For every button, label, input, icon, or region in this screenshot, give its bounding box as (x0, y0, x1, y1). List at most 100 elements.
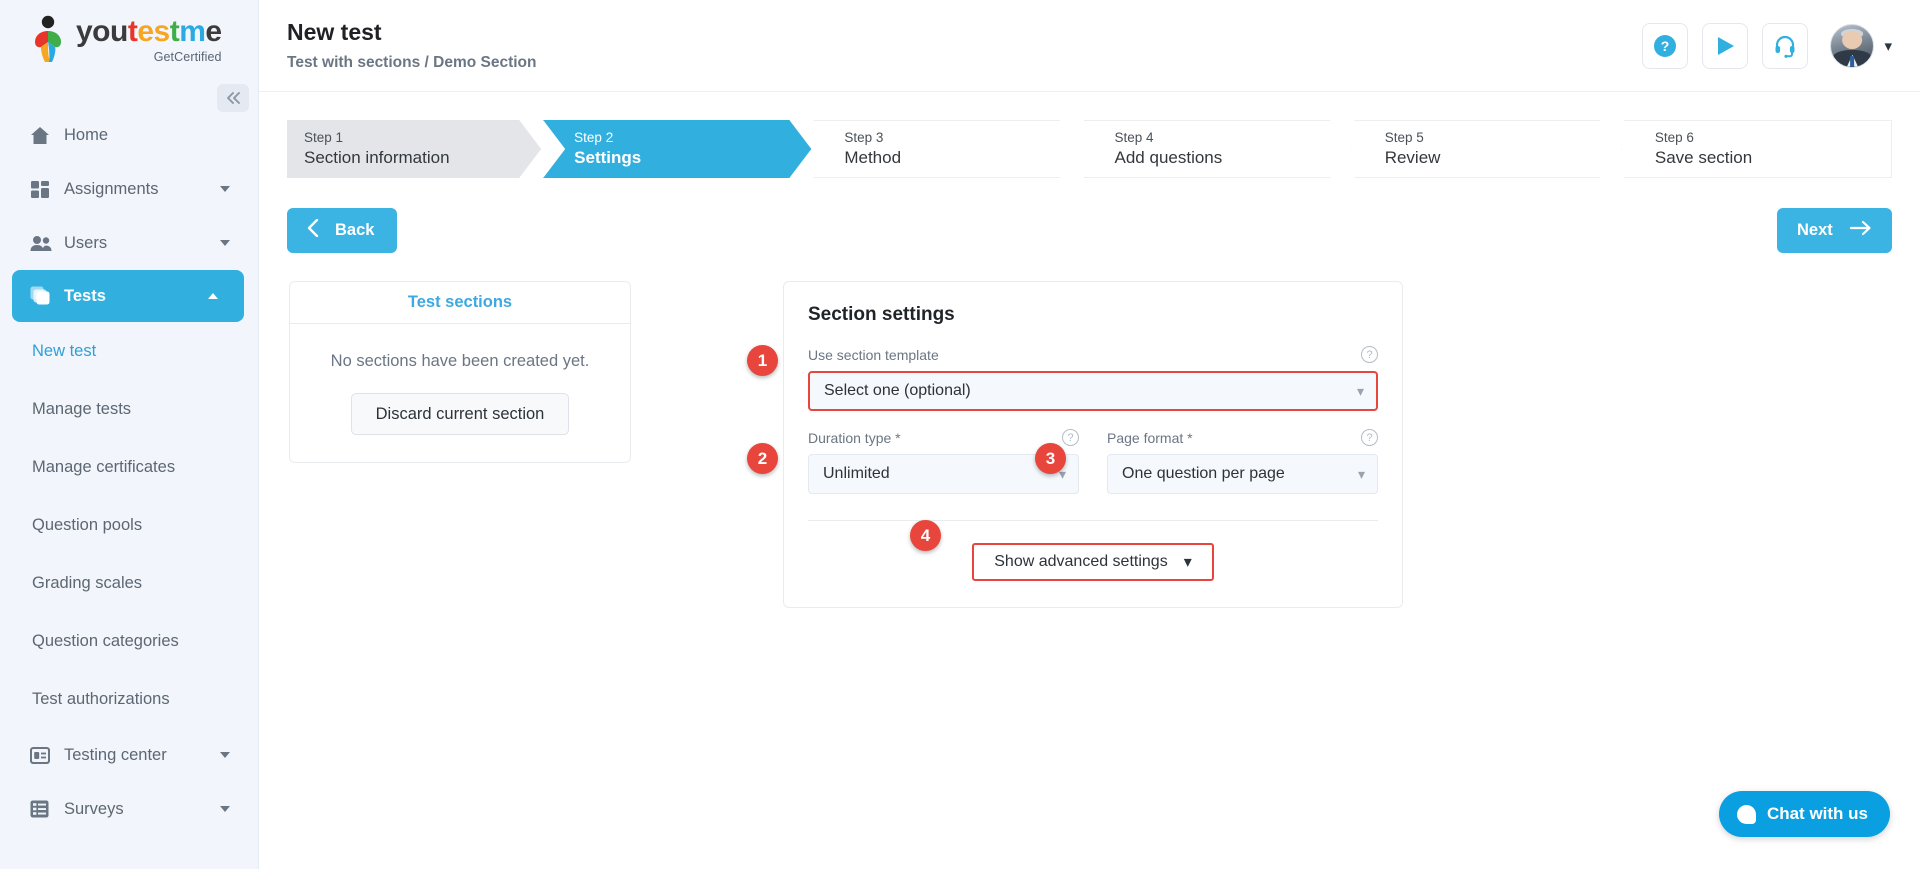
sidebar-item-users[interactable]: Users (0, 216, 258, 270)
step-name: Section information (304, 148, 450, 167)
chat-bubble-icon (1736, 804, 1756, 824)
step-2-settings[interactable]: Step 2 Settings (543, 120, 811, 178)
help-circle-icon[interactable]: ? (1361, 429, 1378, 446)
tests-icon (30, 286, 60, 306)
back-button-label: Back (335, 221, 375, 239)
sidebar-subitem-label: New test (32, 341, 97, 360)
use-section-template-label: Use section template (808, 346, 939, 363)
chevron-down-icon (220, 240, 230, 246)
sidebar-item-home[interactable]: Home (0, 108, 258, 162)
support-headset-icon[interactable] (1762, 22, 1809, 69)
step-1-section-information[interactable]: Step 1 Section information (287, 120, 541, 178)
badge-2: 2 (747, 443, 778, 474)
chat-with-us-button[interactable]: Chat with us (1718, 791, 1890, 837)
chevron-down-icon: ▾ (1356, 382, 1364, 399)
chat-with-us-label: Chat with us (1766, 804, 1868, 823)
sidebar-item-label: Testing center (64, 745, 167, 764)
help-circle-icon[interactable]: ? (1361, 346, 1378, 363)
chevron-down-icon (220, 186, 230, 192)
page-format-value: One question per page (1122, 465, 1285, 482)
step-name: Review (1384, 148, 1441, 167)
sidebar-item-new-test[interactable]: New test (0, 322, 258, 380)
sidebar-subitem-label: Manage tests (32, 399, 132, 418)
logo-subtitle: GetCertified (153, 49, 222, 64)
badge-1: 1 (747, 345, 778, 376)
use-section-template-value: Select one (optional) (824, 382, 971, 399)
home-icon (30, 126, 60, 145)
arrow-right-icon (1849, 220, 1872, 241)
sidebar-item-label: Assignments (64, 179, 159, 198)
back-button[interactable]: Back (287, 208, 397, 253)
test-sections-title: Test sections (290, 282, 630, 324)
help-icon[interactable]: ? (1642, 22, 1689, 69)
sidebar-item-manage-certificates[interactable]: Manage certificates (0, 438, 258, 496)
cards-row: Test sections No sections have been crea… (287, 281, 1892, 608)
chevron-up-icon (208, 293, 218, 299)
user-menu[interactable]: ▾ (1830, 23, 1892, 68)
badge-4: 4 (910, 520, 941, 551)
page-format-select[interactable]: One question per page ▾ (1107, 454, 1378, 494)
page-format-field: Page format * ? One question per page ▾ … (1035, 429, 1378, 494)
discard-current-section-button[interactable]: Discard current section (350, 393, 570, 435)
duration-type-label: Duration type * (808, 429, 901, 446)
step-number: Step 3 (844, 130, 884, 145)
sidebar-item-test-authorizations[interactable]: Test authorizations (0, 670, 258, 728)
chevron-left-icon (307, 218, 319, 242)
page-heading: New test Test with sections / Demo Secti… (287, 19, 536, 72)
sidebar-item-testing-center[interactable]: Testing center (0, 728, 258, 782)
play-icon[interactable] (1702, 22, 1749, 69)
badge-3: 3 (1035, 443, 1066, 474)
sidebar-item-question-pools[interactable]: Question pools (0, 496, 258, 554)
help-circle-icon[interactable]: ? (1062, 429, 1079, 446)
sidebar-subitem-label: Question pools (32, 515, 143, 534)
sidebar-item-question-categories[interactable]: Question categories (0, 612, 258, 670)
chevron-down-icon (220, 806, 230, 812)
test-sections-card: Test sections No sections have been crea… (289, 281, 631, 463)
empty-state-message: No sections have been created yet. (330, 352, 590, 370)
sidebar-item-manage-tests[interactable]: Manage tests (0, 380, 258, 438)
sidebar-item-label: Users (64, 233, 108, 252)
logo[interactable]: youtestme GetCertified (0, 0, 258, 78)
use-section-template-field: Use section template ? Select one (optio… (747, 345, 1378, 411)
app-root: youtestme GetCertified Home Assignments (0, 0, 1920, 869)
main-content: New test Test with sections / Demo Secti… (259, 0, 1920, 869)
testing-center-icon (30, 746, 60, 764)
section-settings-title: Section settings (808, 304, 955, 325)
avatar (1830, 23, 1875, 68)
section-settings-card: Section settings Use section template ? … (747, 281, 1403, 608)
test-sections-body: No sections have been created yet. Disca… (290, 324, 630, 435)
step-number: Step 2 (574, 130, 614, 145)
sidebar-item-grading-scales[interactable]: Grading scales (0, 554, 258, 612)
svg-text:?: ? (1661, 38, 1670, 54)
sidebar-subitem-label: Question categories (32, 631, 179, 650)
chevron-down-icon: ▾ (1357, 465, 1365, 482)
next-button[interactable]: Next (1777, 208, 1892, 253)
page-format-label: Page format * (1107, 429, 1193, 446)
step-6-save-section[interactable]: Step 6 Save section (1623, 120, 1893, 178)
step-number: Step 6 (1654, 130, 1694, 145)
sidebar-item-surveys[interactable]: Surveys (0, 782, 258, 836)
sidebar-item-label: Tests (64, 286, 106, 305)
youtestme-logo-icon (28, 15, 70, 63)
sidebar-item-label: Surveys (64, 799, 124, 818)
step-3-method[interactable]: Step 3 Method (813, 120, 1081, 178)
sidebar-subitem-label: Grading scales (32, 573, 143, 592)
step-name: Save section (1654, 148, 1753, 167)
show-advanced-settings-label: Show advanced settings (994, 553, 1168, 570)
use-section-template-select[interactable]: Select one (optional) ▾ (808, 371, 1378, 411)
sidebar: youtestme GetCertified Home Assignments (0, 0, 259, 869)
top-bar-actions: ? ▾ (1642, 22, 1892, 69)
step-4-add-questions[interactable]: Step 4 Add questions (1084, 120, 1352, 178)
sidebar-item-tests[interactable]: Tests (12, 270, 244, 322)
settings-divider (808, 520, 1378, 521)
show-advanced-settings-button[interactable]: Show advanced settings ▾ (972, 543, 1214, 581)
step-5-review[interactable]: Step 5 Review (1354, 120, 1622, 178)
step-number: Step 1 (304, 130, 344, 145)
top-bar: New test Test with sections / Demo Secti… (259, 0, 1920, 92)
page-title: New test (287, 19, 382, 45)
sidebar-subitem-label: Manage certificates (32, 457, 176, 476)
users-icon (30, 235, 60, 252)
duration-type-value: Unlimited (823, 465, 890, 482)
surveys-icon (30, 800, 60, 818)
sidebar-item-assignments[interactable]: Assignments (0, 162, 258, 216)
